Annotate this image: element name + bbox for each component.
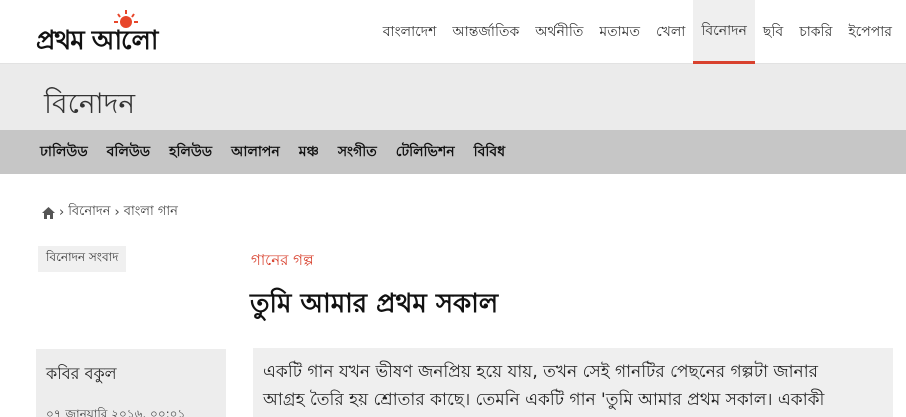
article-lead: একটি গান যখন ভীষণ জনপ্রিয় হয়ে যায়, তখ… [253, 348, 893, 417]
breadcrumb-separator: › [114, 205, 120, 220]
subnav-item-music[interactable]: সংগীত [338, 140, 377, 164]
category-tag[interactable]: বিনোদন সংবাদ [38, 246, 127, 272]
section-header: বিনোদন [0, 64, 906, 130]
nav-item-jobs[interactable]: চাকরি [791, 0, 840, 64]
site-header: প্রথম আলো বাংলাদেশ আন্তর্জাতিক অর্থনীতি … [0, 0, 906, 64]
section-title[interactable]: বিনোদন [44, 82, 135, 129]
nav-item-economy[interactable]: অর্থনীতি [527, 0, 591, 64]
breadcrumb: › বিনোদন › বাংলা গান [42, 202, 178, 223]
lead-line-1: একটি গান যখন ভীষণ জনপ্রিয় হয়ে যায়, তখ… [263, 362, 818, 382]
subnav-item-hollywood[interactable]: হলিউড [169, 140, 212, 164]
nav-item-international[interactable]: আন্তর্জাতিক [444, 0, 527, 64]
lead-line-2: আগ্রহ তৈরি হয় শ্রোতার কাছে। তেমনি একটি … [263, 390, 825, 410]
nav-item-epaper[interactable]: ইপেপার [840, 0, 900, 64]
author-name[interactable]: কবির বকুল [46, 361, 216, 388]
nav-item-opinion[interactable]: মতামত [591, 0, 648, 64]
article-headline: তুমি আমার প্রথম সকাল [250, 289, 499, 319]
subnav-item-dhallywood[interactable]: ঢালিউড [40, 140, 88, 164]
subnav-item-bollywood[interactable]: বলিউড [107, 140, 150, 164]
section-subnav: ঢালিউড বলিউড হলিউড আলাপন মঞ্চ সংগীত টেলি… [0, 130, 906, 174]
nav-item-sports[interactable]: খেলা [648, 0, 693, 64]
nav-item-bangladesh[interactable]: বাংলাদেশ [375, 0, 445, 64]
nav-item-entertainment[interactable]: বিনোদন [693, 0, 755, 64]
home-icon[interactable] [42, 206, 55, 219]
breadcrumb-item-entertainment[interactable]: বিনোদন [68, 202, 110, 223]
main-nav: বাংলাদেশ আন্তর্জাতিক অর্থনীতি মতামত খেলা… [375, 0, 900, 64]
author-box: কবির বকুল ০৭ জানুয়ারি ২০১৬, ০০:০১ [36, 349, 226, 417]
site-logo[interactable]: প্রথম আলো [36, 10, 236, 56]
subnav-item-television[interactable]: টেলিভিশন [396, 140, 455, 164]
nav-item-photos[interactable]: ছবি [755, 0, 791, 64]
breadcrumb-item-bangla-song[interactable]: বাংলা গান [124, 202, 178, 223]
subnav-item-stage[interactable]: মঞ্চ [299, 140, 319, 164]
publish-date: ০৭ জানুয়ারি ২০১৬, ০০:০১ [46, 407, 186, 417]
article-kicker[interactable]: গানের গল্প [251, 249, 314, 274]
subnav-item-interview[interactable]: আলাপন [231, 140, 280, 164]
logo-text: প্রথম আলো [36, 26, 158, 56]
subnav-item-misc[interactable]: বিবিধ [474, 140, 505, 164]
breadcrumb-separator: › [59, 205, 65, 220]
